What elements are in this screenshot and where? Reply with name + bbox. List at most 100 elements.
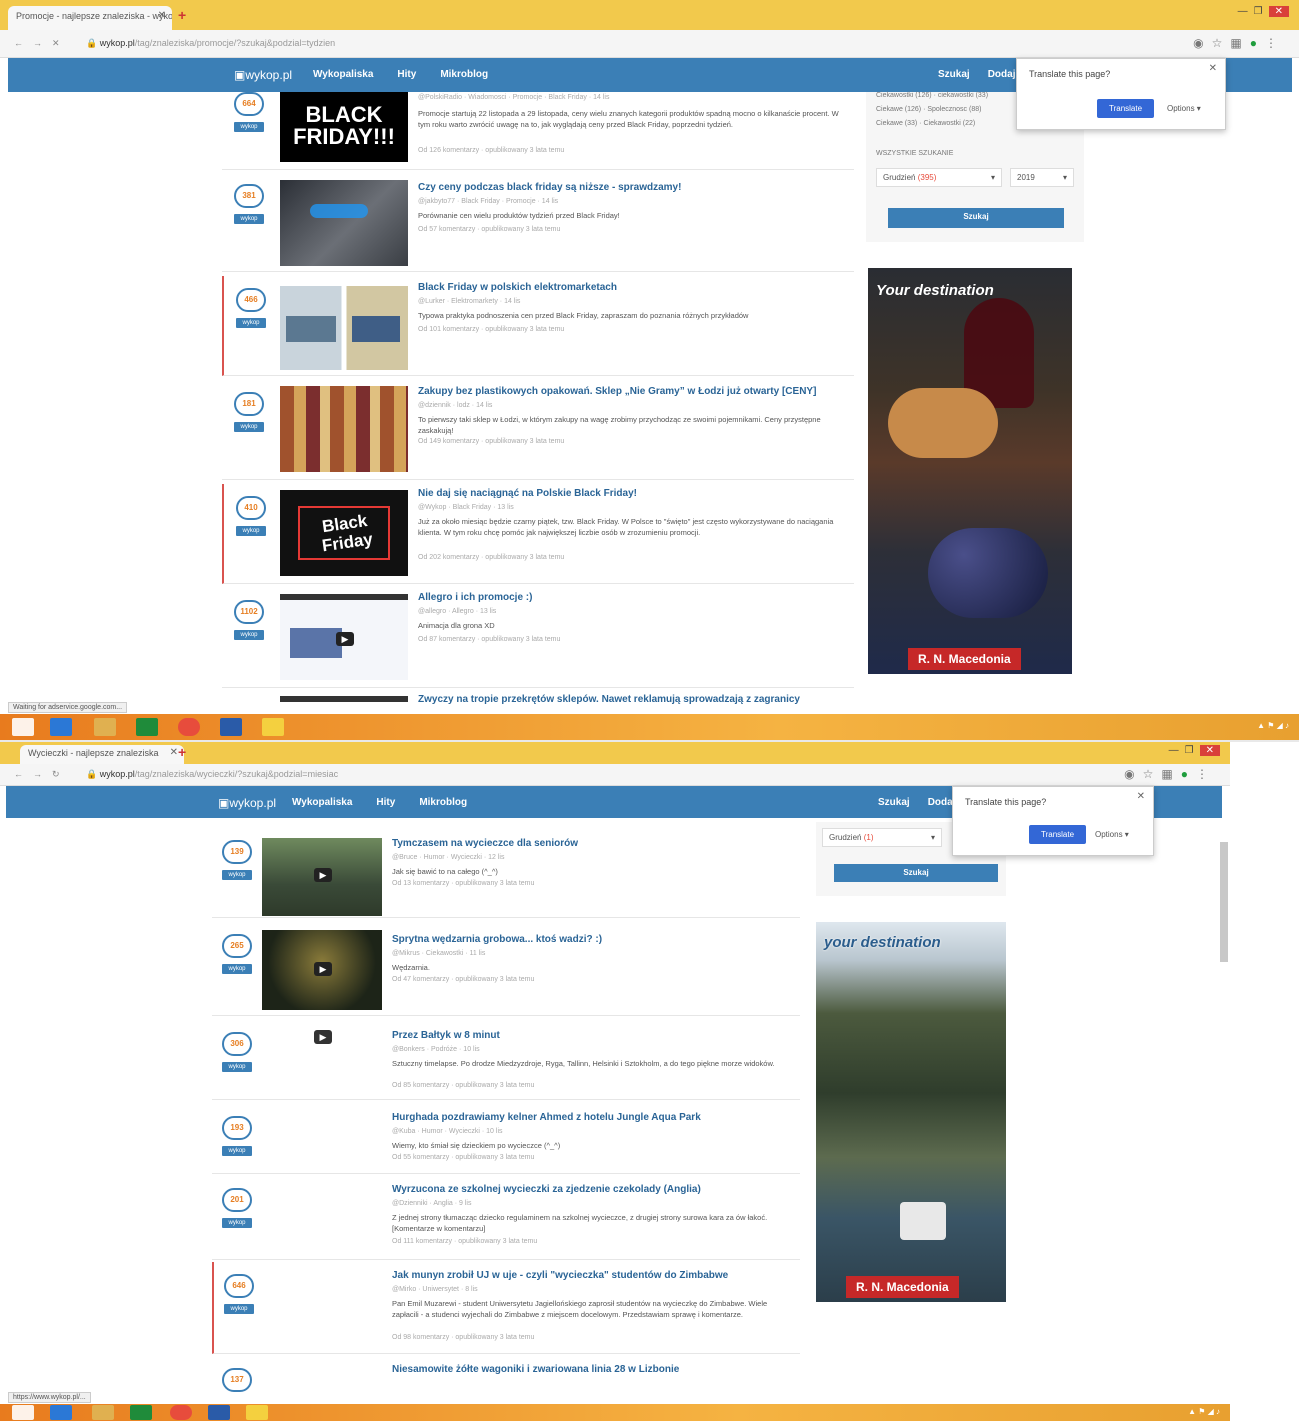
- vote-box[interactable]: 181 wykop: [234, 392, 264, 432]
- site-logo[interactable]: ▣wykop.pl: [218, 796, 276, 810]
- item-thumbnail[interactable]: ▶: [262, 838, 382, 916]
- year-select[interactable]: 2019 ▾: [1010, 168, 1074, 187]
- item-comments[interactable]: Od 13 komentarzy · opublikowany 3 lata t…: [392, 880, 534, 887]
- list-item[interactable]: 381 wykop Czy ceny podczas black friday s…: [222, 172, 854, 272]
- item-title[interactable]: Nie daj się naciągnąć na Polskie Black F…: [418, 488, 637, 499]
- vote-box[interactable]: 1102 wykop: [234, 600, 264, 640]
- start-icon[interactable]: [12, 718, 34, 736]
- item-comments[interactable]: Od 202 komentarzy · opublikowany 3 lata …: [418, 554, 564, 561]
- scrollbar-thumb[interactable]: [1220, 842, 1228, 962]
- app-icon[interactable]: [136, 718, 158, 736]
- list-item[interactable]: 201 wykop Wyrzucona ze szkolnej wycieczki…: [212, 1176, 800, 1260]
- wykop-button[interactable]: wykop: [222, 1062, 252, 1072]
- item-comments[interactable]: Od 101 komentarzy · opublikowany 3 lata …: [418, 326, 564, 333]
- item-thumbnail[interactable]: Black Friday: [280, 490, 408, 576]
- item-title[interactable]: Czy ceny podczas black friday są niższe …: [418, 182, 681, 193]
- item-title[interactable]: Black Friday w polskich elektromarketach: [418, 282, 617, 293]
- maximize-icon[interactable]: ❐: [1185, 745, 1200, 756]
- stop-icon[interactable]: ✕: [52, 38, 70, 48]
- reload-icon[interactable]: ↻: [52, 769, 70, 779]
- nav-buttons[interactable]: ←→✕: [14, 38, 70, 49]
- list-item[interactable]: Zwyczy na tropie przekrętów sklepów. Naw…: [222, 692, 854, 712]
- translate-button[interactable]: Translate: [1097, 99, 1155, 118]
- item-comments[interactable]: Od 87 komentarzy · opublikowany 3 lata t…: [418, 636, 560, 643]
- extension-icons[interactable]: ◉☆▦●⋮: [1193, 36, 1285, 50]
- site-logo[interactable]: ▣wykop.pl: [234, 68, 292, 82]
- item-thumbnail[interactable]: BLACK FRIDAY!!!: [280, 92, 408, 162]
- list-item[interactable]: 1102 wykop ▶ Allegro i ich promocje :) @a…: [222, 588, 854, 688]
- item-comments[interactable]: Od 47 komentarzy · opublikowany 3 lata t…: [392, 976, 534, 983]
- nav-hity[interactable]: Hity: [376, 797, 395, 808]
- ad-banner[interactable]: your destination R. N. Macedonia: [816, 922, 1006, 1302]
- item-thumbnail[interactable]: [280, 696, 408, 702]
- month-select[interactable]: Grudzień (1) ▾: [822, 828, 942, 847]
- wykop-button[interactable]: wykop: [234, 630, 264, 640]
- options-button[interactable]: Options ▾: [1167, 104, 1201, 113]
- vote-box[interactable]: 201 wykop: [222, 1188, 252, 1228]
- star-icon[interactable]: ☆: [1143, 767, 1162, 781]
- extension-icon[interactable]: ▦: [1161, 767, 1180, 781]
- list-item[interactable]: 193 wykop Hurghada pozdrawiamy kelner Ahm…: [212, 1102, 800, 1174]
- vote-box[interactable]: 664 wykop: [234, 92, 264, 132]
- nav-dodaj[interactable]: Dodaj: [988, 69, 1016, 80]
- nav-hity[interactable]: Hity: [397, 69, 416, 80]
- item-comments[interactable]: Od 149 komentarzy · opublikowany 3 lata …: [418, 438, 564, 445]
- translate-icon[interactable]: ◉: [1193, 36, 1211, 50]
- forward-icon[interactable]: →: [33, 769, 52, 779]
- ie-icon[interactable]: [50, 1405, 72, 1420]
- list-item[interactable]: 181 wykop Zakupy bez plastikowych opakowa…: [222, 380, 854, 480]
- system-tray[interactable]: ▲ ⚑ ◢ ♪: [1188, 1407, 1220, 1416]
- back-icon[interactable]: ←: [14, 38, 33, 48]
- wykop-button[interactable]: wykop: [234, 214, 264, 224]
- extension-icons[interactable]: ◉☆▦●⋮: [1124, 767, 1216, 781]
- ie-icon[interactable]: [50, 718, 72, 736]
- vote-box[interactable]: 306 wykop: [222, 1032, 252, 1072]
- profile-icon[interactable]: ●: [1250, 36, 1265, 50]
- item-title[interactable]: Jak munyn zrobił UJ w uje - czyli "wycie…: [392, 1270, 728, 1281]
- nav-szukaj[interactable]: Szukaj: [938, 69, 970, 80]
- vote-box[interactable]: 381 wykop: [234, 184, 264, 224]
- word-icon[interactable]: [208, 1405, 230, 1420]
- system-tray[interactable]: ▲ ⚑ ◢ ♪: [1257, 721, 1289, 730]
- wykop-button[interactable]: wykop: [222, 870, 252, 880]
- wykop-button[interactable]: wykop: [234, 122, 264, 132]
- play-icon[interactable]: ▶: [314, 868, 332, 882]
- vote-box[interactable]: 139 wykop: [222, 840, 252, 880]
- extension-icon[interactable]: ▦: [1230, 36, 1249, 50]
- tag-line[interactable]: Ciekawe (126) · Spolecznosc (88): [876, 106, 981, 113]
- item-title[interactable]: Zwyczy na tropie przekrętów sklepów. Naw…: [418, 694, 800, 705]
- wykop-button[interactable]: wykop: [236, 526, 266, 536]
- vote-box[interactable]: 410 wykop: [236, 496, 266, 536]
- vote-box[interactable]: 466 wykop: [236, 288, 266, 328]
- back-icon[interactable]: ←: [14, 769, 33, 779]
- menu-icon[interactable]: ⋮: [1196, 767, 1216, 781]
- item-title[interactable]: Niesamowite żółte wagoniki i zwariowana …: [392, 1364, 679, 1375]
- vote-box[interactable]: 193 wykop: [222, 1116, 252, 1156]
- list-item[interactable]: 466 wykop Black Friday w polskich elektro…: [222, 276, 854, 376]
- nav-mikroblog[interactable]: Mikroblog: [419, 797, 467, 808]
- nav-wykopaliska[interactable]: Wykopaliska: [313, 69, 373, 80]
- list-item[interactable]: 306 wykop ▶ Przez Bałtyk w 8 minut @Bonke…: [212, 1018, 800, 1100]
- item-title[interactable]: Zakupy bez plastikowych opakowań. Sklep …: [418, 386, 816, 397]
- item-thumbnail[interactable]: ▶: [262, 930, 382, 1010]
- close-icon[interactable]: ✕: [1137, 791, 1145, 802]
- paint-icon[interactable]: [262, 718, 284, 736]
- star-icon[interactable]: ☆: [1212, 36, 1231, 50]
- browser-tab[interactable]: Promocje - najlepsze znaleziska - wykop.…: [8, 6, 172, 30]
- item-title[interactable]: Hurghada pozdrawiamy kelner Ahmed z hote…: [392, 1112, 701, 1123]
- url-field[interactable]: 🔒 wykop.pl/tag/znaleziska/wycieczki/?szu…: [86, 769, 1086, 780]
- list-item[interactable]: 646 wykop Jak munyn zrobił UJ w uje - czy…: [212, 1262, 800, 1354]
- item-comments[interactable]: Od 126 komentarzy · opublikowany 3 lata …: [418, 147, 564, 154]
- url-field[interactable]: 🔒 wykop.pl/tag/znaleziska/promocje/?szuk…: [86, 38, 1146, 49]
- search-button[interactable]: Szukaj: [834, 864, 998, 882]
- vote-box[interactable]: 646 wykop: [224, 1274, 254, 1314]
- play-icon[interactable]: ▶: [336, 632, 354, 646]
- search-button[interactable]: Szukaj: [888, 208, 1064, 228]
- profile-icon[interactable]: ●: [1181, 767, 1196, 781]
- item-title[interactable]: Przez Bałtyk w 8 minut: [392, 1030, 500, 1041]
- item-title[interactable]: Wyrzucona ze szkolnej wycieczki za zjedz…: [392, 1184, 701, 1195]
- close-icon[interactable]: ✕: [1209, 63, 1217, 74]
- list-item[interactable]: 137 Niesamowite żółte wagoniki i zwariow…: [212, 1356, 800, 1402]
- item-thumbnail[interactable]: ▶: [280, 594, 408, 680]
- tab-close-icon[interactable]: ✕: [158, 10, 166, 21]
